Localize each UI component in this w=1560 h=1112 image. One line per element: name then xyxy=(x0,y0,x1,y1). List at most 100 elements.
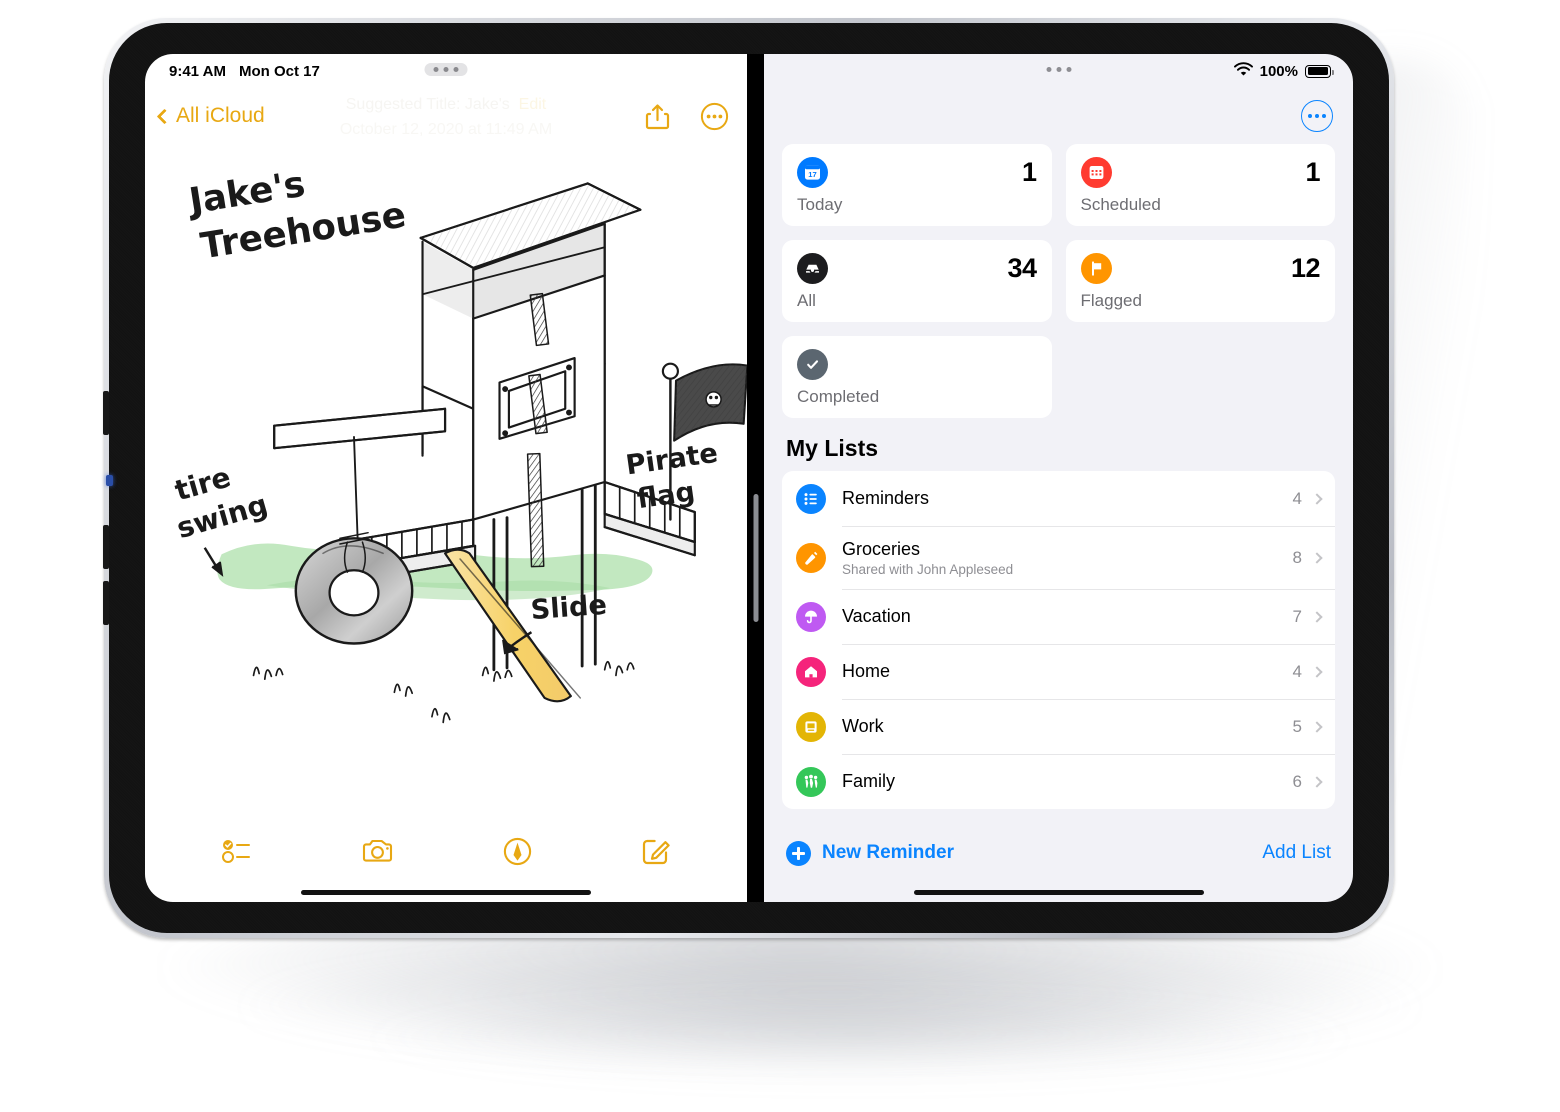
desktop-icon xyxy=(796,711,826,742)
device-bezel: 9:41 AM Mon Oct 17 All iCloud Suggested … xyxy=(103,23,1389,933)
compose-icon[interactable] xyxy=(636,831,676,871)
list-count: 4 xyxy=(1292,488,1302,508)
suggested-title-block: Suggested Title: Jake's Edit October 12,… xyxy=(340,93,552,143)
multitasking-control-reminders[interactable] xyxy=(1037,63,1080,76)
list-item-groceries[interactable]: Groceries Shared with John Appleseed 8 xyxy=(782,526,1335,589)
list-count: 5 xyxy=(1292,716,1302,736)
smart-card-label: Today xyxy=(797,195,843,214)
more-dot xyxy=(1308,114,1312,118)
status-time: 9:41 AM xyxy=(169,62,226,80)
smart-card-count: 1 xyxy=(1305,157,1320,187)
smart-card-label: All xyxy=(797,291,816,310)
note-date-text: October 12, 2020 at 11:49 AM xyxy=(339,120,553,138)
smart-lists-grid: 17 1 Today 1 Scheduled 34 All 12 Flagged… xyxy=(782,144,1335,418)
home-indicator-reminders[interactable] xyxy=(764,882,1353,902)
more-dot xyxy=(1315,114,1319,118)
new-reminder-label: New Reminder xyxy=(822,842,954,863)
multitask-dot xyxy=(453,67,459,72)
split-view-drag-handle[interactable] xyxy=(753,494,758,622)
volume-down-button[interactable] xyxy=(103,525,109,569)
battery-percent: 100% xyxy=(1259,62,1298,80)
battery-icon xyxy=(1305,64,1334,78)
suggested-title-text: Suggested Title: Jake's xyxy=(345,96,510,113)
home-indicator-notes[interactable] xyxy=(145,882,747,902)
list-count: 7 xyxy=(1292,606,1302,626)
back-label: All iCloud xyxy=(176,104,265,127)
list-count: 4 xyxy=(1292,661,1302,681)
split-view-divider[interactable] xyxy=(747,54,764,902)
smart-connector-indicator xyxy=(106,475,113,486)
reminders-app-pane: 100% 17 1 Today 1 Scheduled 34 All 12 Fl… xyxy=(764,54,1353,902)
list-item-family[interactable]: Family 6 xyxy=(782,754,1335,809)
smart-card-label: Flagged xyxy=(1080,291,1142,310)
edit-title-button[interactable]: Edit xyxy=(519,96,547,113)
checklist-icon[interactable] xyxy=(216,832,258,870)
checkmark-circle-icon xyxy=(797,349,828,380)
multitask-dot xyxy=(1046,67,1051,72)
notes-navigation-bar: All iCloud Suggested Title: Jake's Edit … xyxy=(145,88,747,144)
chevron-right-icon xyxy=(1311,775,1323,788)
calendar-day-icon: 17 xyxy=(797,157,828,188)
list-count: 6 xyxy=(1292,771,1302,791)
reminders-more-options-icon[interactable] xyxy=(1301,100,1333,132)
inbox-icon xyxy=(797,253,828,284)
camera-icon[interactable] xyxy=(356,832,399,870)
list-name: Family xyxy=(842,771,895,791)
list-subtitle: Shared with John Appleseed xyxy=(842,561,1014,577)
notes-nav-actions xyxy=(645,88,729,144)
list-name: Reminders xyxy=(842,488,930,508)
list-name: Vacation xyxy=(842,606,911,626)
reminders-content: 17 1 Today 1 Scheduled 34 All 12 Flagged… xyxy=(764,144,1353,824)
ipad-device: 9:41 AM Mon Oct 17 All iCloud Suggested … xyxy=(103,18,1394,938)
smart-card-flagged[interactable]: 12 Flagged xyxy=(1065,240,1335,322)
chevron-right-icon xyxy=(1311,665,1323,678)
more-options-icon[interactable] xyxy=(700,102,729,131)
reminders-status-bar: 100% xyxy=(764,54,1353,88)
wifi-icon xyxy=(1233,62,1253,80)
device-shadow-3 xyxy=(360,1000,1360,1085)
notes-app-pane: 9:41 AM Mon Oct 17 All iCloud Suggested … xyxy=(145,54,747,902)
smart-card-completed[interactable]: Completed xyxy=(782,336,1052,418)
markup-pen-icon[interactable] xyxy=(497,831,538,872)
back-to-all-icloud-button[interactable]: All iCloud xyxy=(145,104,265,128)
new-reminder-button[interactable]: New Reminder xyxy=(786,840,954,866)
carrot-icon xyxy=(796,542,826,573)
list-item-reminders[interactable]: Reminders 4 xyxy=(782,471,1335,526)
smart-card-today[interactable]: 17 1 Today xyxy=(782,144,1052,226)
list-count: 8 xyxy=(1292,547,1302,567)
share-icon[interactable] xyxy=(645,103,670,130)
multitask-dot xyxy=(443,67,449,72)
list-item-vacation[interactable]: Vacation 7 xyxy=(782,589,1335,644)
family-icon xyxy=(796,766,826,797)
chevron-right-icon xyxy=(1311,610,1323,623)
reminders-navigation-bar xyxy=(764,88,1353,144)
flag-icon xyxy=(1080,253,1112,284)
multitasking-control-notes[interactable] xyxy=(424,63,468,76)
chevron-right-icon xyxy=(1311,492,1323,505)
side-button[interactable] xyxy=(103,581,109,625)
smart-card-label: Scheduled xyxy=(1080,195,1161,214)
my-lists-heading: My Lists xyxy=(786,435,879,461)
treehouse-sketch-canvas[interactable]: Jake's Treehouse tire swing Pirate flag xyxy=(145,144,747,820)
smart-card-scheduled[interactable]: 1 Scheduled xyxy=(1065,144,1335,226)
device-screen: 9:41 AM Mon Oct 17 All iCloud Suggested … xyxy=(145,54,1353,902)
notes-toolbar xyxy=(145,820,747,882)
list-item-home[interactable]: Home 4 xyxy=(782,644,1335,699)
multitask-dot xyxy=(1056,67,1061,72)
status-bar-right: 100% xyxy=(1233,54,1334,88)
smart-card-count: 12 xyxy=(1290,253,1321,283)
add-list-button[interactable]: Add List xyxy=(1262,842,1331,864)
volume-up-button[interactable] xyxy=(103,391,109,435)
calendar-icon xyxy=(1080,157,1112,188)
screenshot-stage: 9:41 AM Mon Oct 17 All iCloud Suggested … xyxy=(0,0,1560,1112)
notes-status-bar: 9:41 AM Mon Oct 17 xyxy=(145,54,747,88)
list-item-work[interactable]: Work 5 xyxy=(782,699,1335,754)
smart-card-all[interactable]: 34 All xyxy=(782,240,1052,322)
multitask-dot xyxy=(1066,67,1071,72)
smart-card-count: 1 xyxy=(1021,157,1037,187)
chevron-right-icon xyxy=(1311,551,1323,564)
status-date: Mon Oct 17 xyxy=(238,62,320,80)
list-name: Work xyxy=(842,716,884,736)
house-icon xyxy=(796,656,826,687)
list-name: Groceries xyxy=(842,538,921,559)
